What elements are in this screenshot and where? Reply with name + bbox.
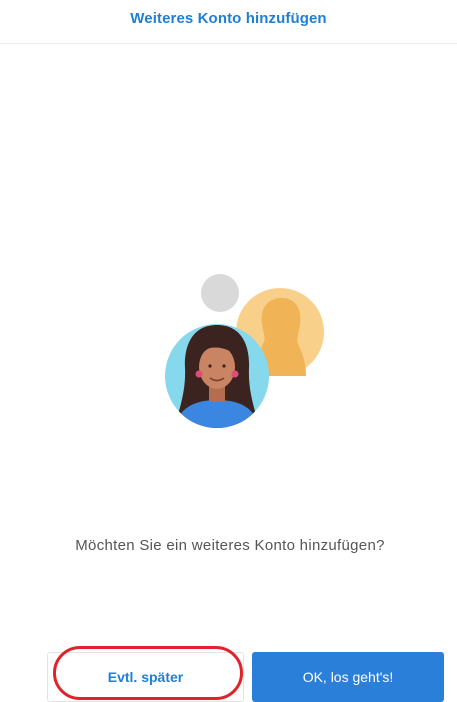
ok-lets-go-button[interactable]: OK, los geht's! xyxy=(252,652,444,702)
navigation-header: Weiteres Konto hinzufügen xyxy=(0,0,457,44)
maybe-later-button[interactable]: Evtl. später xyxy=(47,652,244,702)
ok-lets-go-label: OK, los geht's! xyxy=(302,669,394,685)
small-gray-circle-icon xyxy=(201,274,239,312)
woman-avatar-icon xyxy=(165,324,269,428)
add-account-screen: Weiteres Konto hinzufügen Möchten Sie ei… xyxy=(0,0,457,702)
page-title: Weiteres Konto hinzufügen xyxy=(130,10,327,27)
add-account-question: Möchten Sie ein weiteres Konto hinzufüge… xyxy=(75,537,385,554)
accounts-illustration xyxy=(160,270,330,435)
maybe-later-label: Evtl. später xyxy=(107,669,184,685)
